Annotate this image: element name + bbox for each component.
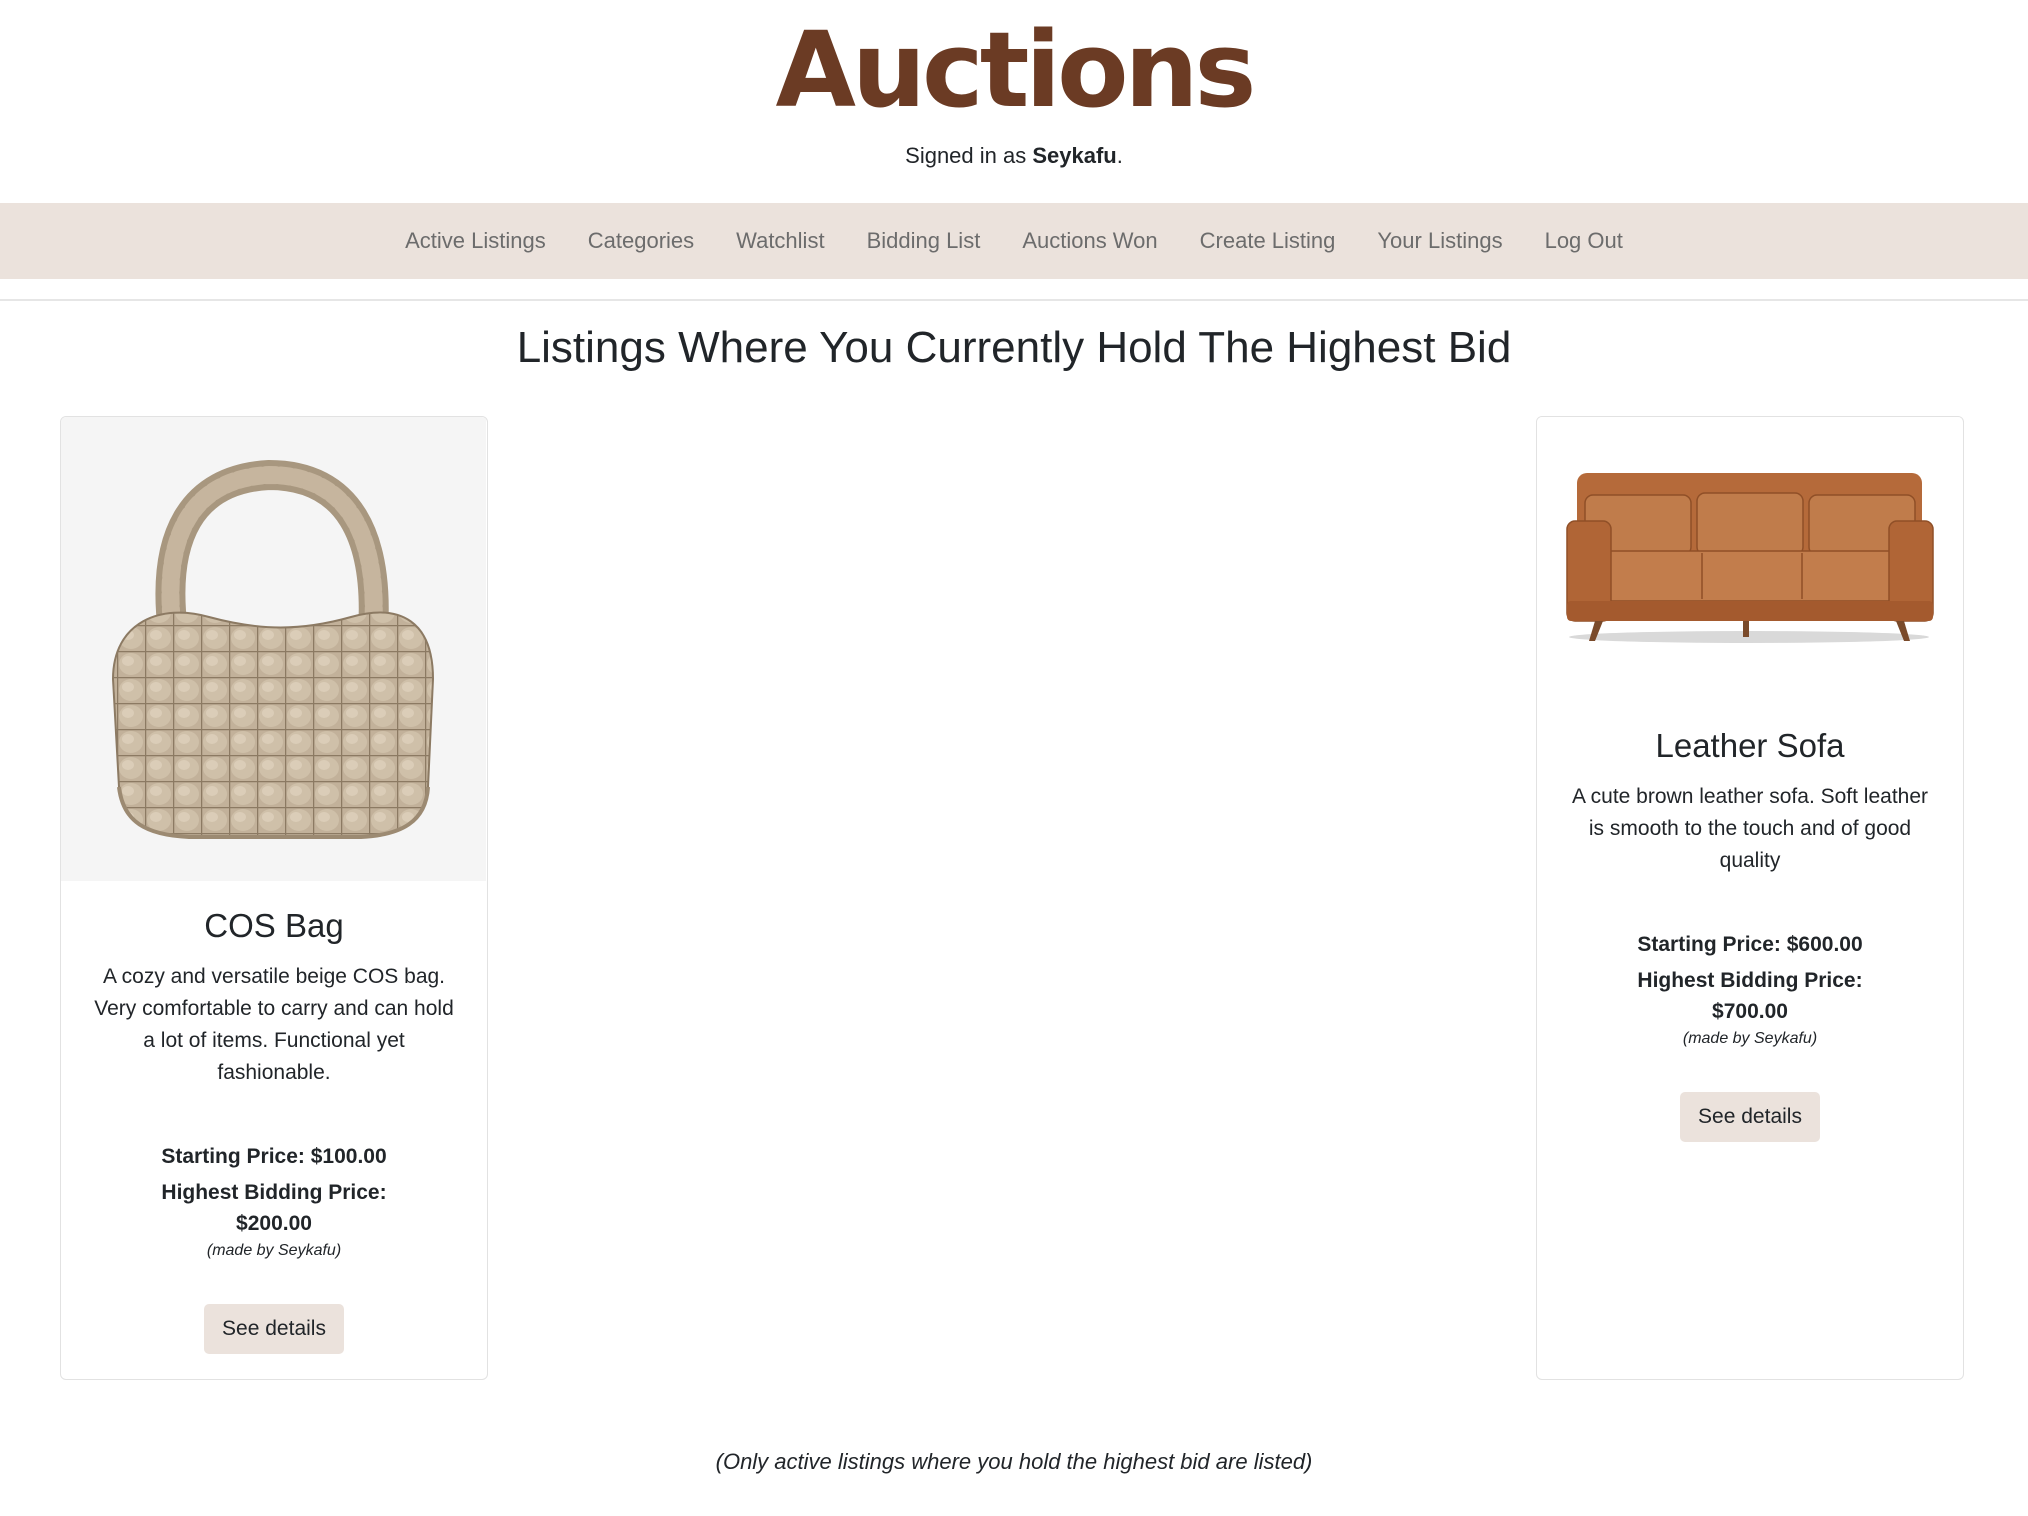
nav-bidding-list[interactable]: Bidding List [846,203,1002,279]
see-details-button[interactable]: See details [204,1304,344,1354]
nav-log-out[interactable]: Log Out [1524,203,1644,279]
highest-bid-label: Highest Bidding Price: [1637,969,1863,992]
listing-image-bag[interactable] [61,417,486,881]
highest-bid-value: $200.00 [236,1212,312,1235]
username: Seykafu [1032,143,1117,168]
starting-price: Starting Price: $600.00 [1637,933,1863,956]
nav-categories[interactable]: Categories [567,203,715,279]
signed-in-text: Signed in as Seykafu. [0,140,2028,172]
listing-card: COS Bag A cozy and versatile beige COS b… [60,416,488,1380]
nav-create-listing[interactable]: Create Listing [1179,203,1357,279]
page-heading: Listings Where You Currently Hold The Hi… [516,323,1512,372]
made-by: (made by Seykafu) [206,1242,342,1259]
site-title: Auctions [775,9,1257,131]
starting-price: Starting Price: $100.00 [161,1145,387,1168]
made-by: (made by Seykafu) [1682,1030,1818,1047]
footer-note: (Only active listings where you hold the… [715,1449,1313,1474]
sofa-image [1566,473,1934,643]
listing-title: Leather Sofa [1655,727,1845,764]
listing-description: A cozy and versatile beige COS bag. Very… [94,965,454,1084]
nav-your-listings[interactable]: Your Listings [1356,203,1523,279]
divider [0,299,2028,301]
nav-watchlist[interactable]: Watchlist [715,203,845,279]
highest-bid-value: $700.00 [1712,1000,1788,1023]
see-details-button[interactable]: See details [1680,1092,1820,1142]
signed-in-suffix: . [1116,143,1123,168]
nav-active-listings[interactable]: Active Listings [384,203,567,279]
signed-in-prefix: Signed in as [905,143,1033,168]
bag-image [111,459,435,839]
listing-image-sofa[interactable] [1537,417,1962,717]
listing-description: A cute brown leather sofa. Soft leather … [1571,785,1929,872]
main-nav: Active Listings Categories Watchlist Bid… [0,203,2028,279]
listing-title: COS Bag [204,907,344,944]
highest-bid-label: Highest Bidding Price: [161,1181,387,1204]
listing-card: Leather Sofa A cute brown leather sofa. … [1536,416,1964,1380]
nav-auctions-won[interactable]: Auctions Won [1001,203,1178,279]
